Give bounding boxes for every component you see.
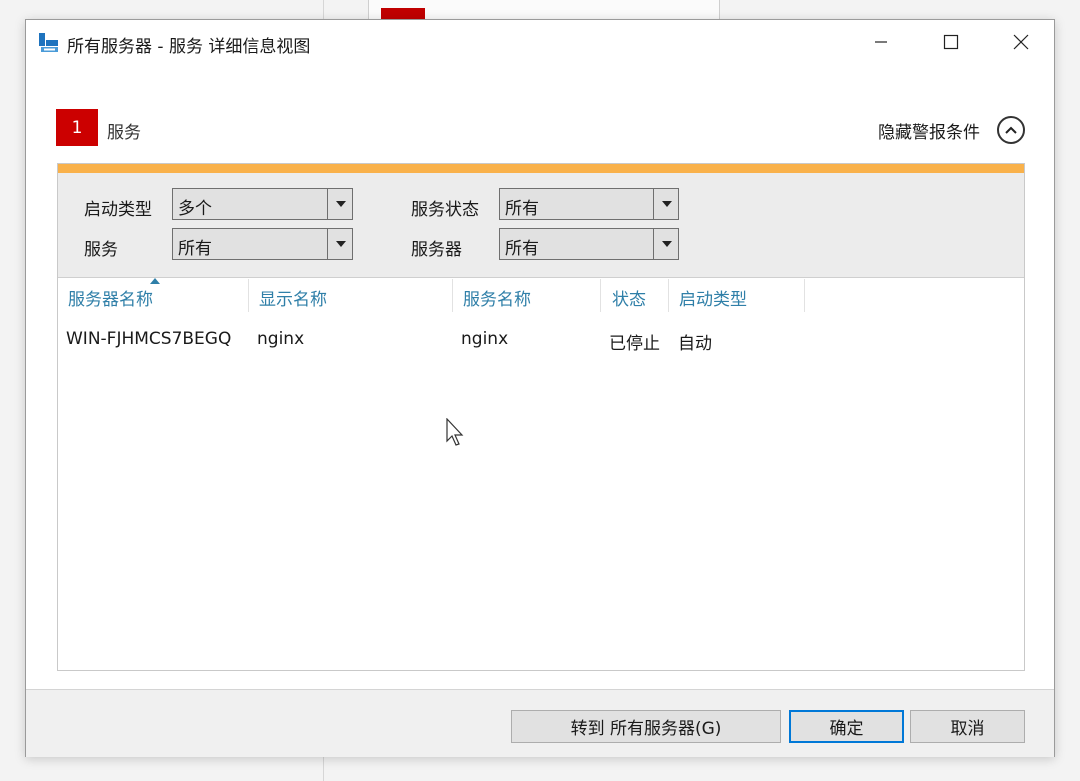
service-status-value: 所有 [505, 199, 539, 219]
minimize-icon [875, 41, 887, 43]
column-header-display-name[interactable]: 显示名称 [259, 279, 327, 312]
mouse-pointer-icon [446, 418, 464, 446]
sort-ascending-icon [150, 278, 160, 284]
section-title: 服务 [107, 123, 141, 143]
cell-status: 已停止 [609, 334, 660, 354]
service-status-label: 服务状态 [411, 200, 479, 220]
server-manager-icon [38, 32, 60, 54]
dialog-footer: 转到 所有服务器(G) 确定 取消 [26, 690, 1054, 757]
dropdown-arrow-icon [662, 201, 672, 207]
filter-area: 启动类型 多个 服务 所有 服务状态 所有 服务器 所有 [58, 173, 1024, 278]
table-row[interactable]: WIN-FJHMCS7BEGQ nginx nginx 已停止 自动 [58, 329, 1024, 359]
chevron-up-icon [1005, 126, 1017, 134]
service-value: 所有 [178, 239, 212, 259]
cancel-button[interactable]: 取消 [910, 710, 1025, 743]
server-label: 服务器 [411, 240, 462, 260]
cell-server-name: WIN-FJHMCS7BEGQ [66, 329, 232, 349]
section-number-badge: 1 [56, 109, 98, 146]
dropdown-arrow-icon [662, 241, 672, 247]
service-label: 服务 [84, 240, 118, 260]
cell-display-name: nginx [257, 329, 305, 349]
cell-startup-type: 自动 [678, 334, 712, 354]
startup-type-value: 多个 [178, 199, 212, 219]
hide-alert-criteria-label[interactable]: 隐藏警报条件 [878, 118, 980, 143]
ok-button[interactable]: 确定 [789, 710, 904, 743]
column-header-server-name[interactable]: 服务器名称 [68, 279, 153, 312]
server-value: 所有 [505, 239, 539, 259]
alert-criteria-panel: 启动类型 多个 服务 所有 服务状态 所有 服务器 所有 服务器名称 显示名称 … [57, 163, 1025, 671]
goto-all-servers-button[interactable]: 转到 所有服务器(G) [511, 710, 781, 743]
minimize-button[interactable] [846, 20, 916, 64]
maximize-icon [943, 34, 959, 50]
title-bar: 所有服务器 - 服务 详细信息视图 [26, 20, 1054, 64]
server-dropdown[interactable]: 所有 [499, 228, 679, 260]
collapse-button[interactable] [997, 116, 1025, 144]
service-dropdown[interactable]: 所有 [172, 228, 353, 260]
maximize-button[interactable] [916, 20, 986, 64]
alert-bar [58, 164, 1024, 173]
close-icon [1013, 34, 1029, 50]
startup-type-label: 启动类型 [84, 200, 152, 220]
close-button[interactable] [986, 20, 1056, 64]
table-header: 服务器名称 显示名称 服务名称 状态 启动类型 [58, 278, 1024, 312]
services-detail-dialog: 所有服务器 - 服务 详细信息视图 1 服务 隐藏警报条件 启动类型 多个 服务… [25, 19, 1055, 757]
window-title: 所有服务器 - 服务 详细信息视图 [67, 37, 311, 57]
column-header-startup-type[interactable]: 启动类型 [679, 279, 747, 312]
startup-type-dropdown[interactable]: 多个 [172, 188, 353, 220]
column-header-service-name[interactable]: 服务名称 [463, 279, 531, 312]
dropdown-arrow-icon [336, 201, 346, 207]
cell-service-name: nginx [461, 329, 509, 349]
column-header-status[interactable]: 状态 [612, 279, 646, 312]
service-status-dropdown[interactable]: 所有 [499, 188, 679, 220]
dropdown-arrow-icon [336, 241, 346, 247]
